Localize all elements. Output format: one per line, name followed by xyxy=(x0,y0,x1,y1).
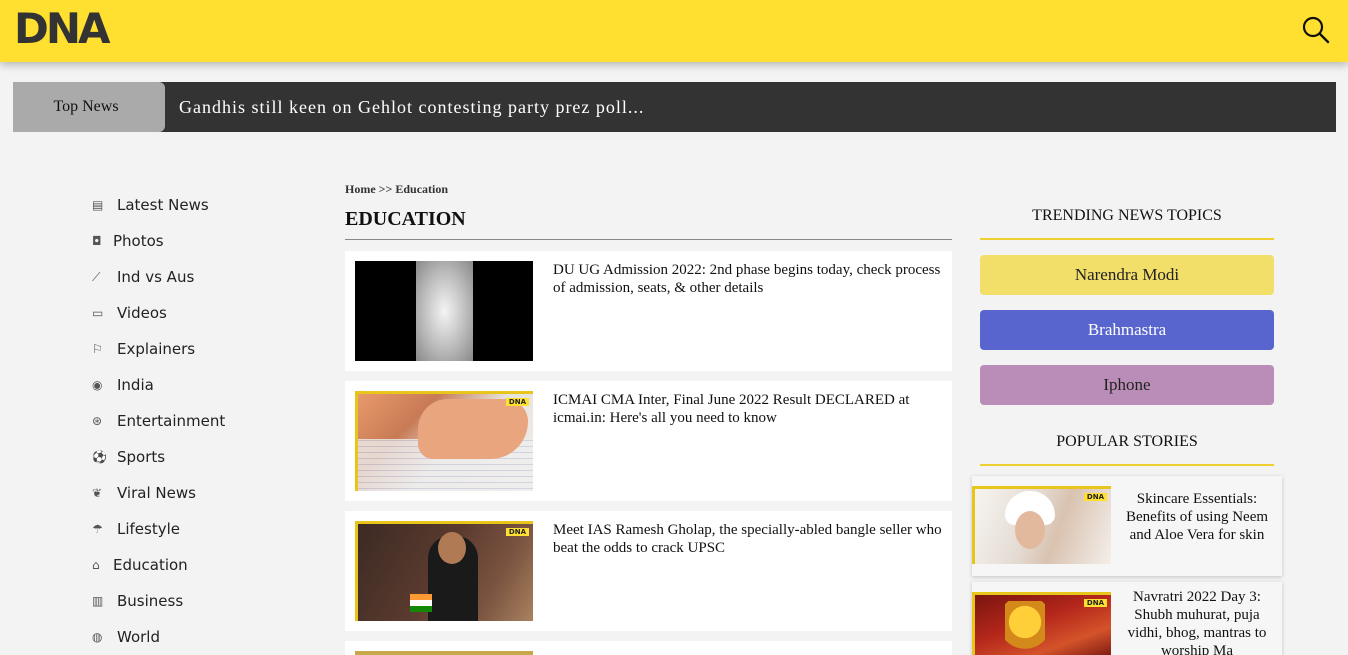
article-title[interactable]: Meet IAS Ramesh Gholap, the specially-ab… xyxy=(553,521,943,557)
explainer-icon: ⚐ xyxy=(92,342,103,356)
nav-item-label: Photos xyxy=(113,232,164,250)
briefcase-icon: ▥ xyxy=(92,594,104,608)
dna-badge: DNA xyxy=(1083,493,1107,501)
dna-logo[interactable]: DNA xyxy=(14,6,111,52)
category-nav: ▤ Latest News ◘ Photos ⟋ Ind vs Aus ▭ Videos… xyxy=(92,187,312,655)
article-card[interactable] xyxy=(345,641,952,655)
page-title: EDUCATION xyxy=(345,208,952,240)
dna-badge: DNA xyxy=(1083,599,1107,607)
graduation-cap-icon: ⌂ xyxy=(92,558,100,572)
viral-icon: ❦ xyxy=(92,486,103,500)
nav-item-label: Explainers xyxy=(117,340,196,358)
article-card[interactable]: DU UG Admission 2022: 2nd phase begins t… xyxy=(345,251,952,371)
india-emblem-icon: ◉ xyxy=(92,378,103,392)
top-news-ticker: Top News Gandhis still keen on Gehlot co… xyxy=(13,82,1336,132)
story-title[interactable]: Skincare Essentials: Benefits of using N… xyxy=(1122,490,1272,544)
nav-item-label: Business xyxy=(117,592,184,610)
football-icon: ⚽ xyxy=(92,450,107,464)
nav-item-lifestyle[interactable]: ☂ Lifestyle xyxy=(92,511,312,547)
nav-item-entertainment[interactable]: ⊛ Entertainment xyxy=(92,403,312,439)
article-thumbnail[interactable]: DNA xyxy=(355,521,533,621)
breadcrumb-home[interactable]: Home xyxy=(345,182,376,196)
article-list: DU UG Admission 2022: 2nd phase begins t… xyxy=(345,251,952,655)
heading-divider xyxy=(980,238,1274,240)
nav-item-label: Lifestyle xyxy=(117,520,181,538)
nav-item-label: Videos xyxy=(117,304,167,322)
top-news-label: Top News xyxy=(13,82,165,132)
popular-heading: POPULAR STORIES xyxy=(1056,433,1198,450)
popular-story[interactable]: DNA Skincare Essentials: Benefits of usi… xyxy=(972,476,1282,576)
breadcrumb-current: Education xyxy=(395,182,449,196)
nav-item-label: India xyxy=(117,376,154,394)
article-title[interactable]: ICMAI CMA Inter, Final June 2022 Result … xyxy=(553,391,943,427)
topic-iphone[interactable]: Iphone xyxy=(980,365,1274,405)
nav-item-viral-news[interactable]: ❦ Viral News xyxy=(92,475,312,511)
umbrella-icon: ☂ xyxy=(92,522,103,536)
nav-item-label: Entertainment xyxy=(117,412,226,430)
nav-item-ind-vs-aus[interactable]: ⟋ Ind vs Aus xyxy=(92,259,312,295)
article-thumbnail[interactable]: DNA xyxy=(355,391,533,491)
nav-item-label: World xyxy=(117,628,160,646)
nav-item-india[interactable]: ◉ India xyxy=(92,367,312,403)
breadcrumb-separator: >> xyxy=(378,182,393,196)
globe-icon: ◍ xyxy=(92,630,103,644)
nav-item-explainers[interactable]: ⚐ Explainers xyxy=(92,331,312,367)
article-thumbnail[interactable] xyxy=(355,651,533,655)
film-reel-icon: ⊛ xyxy=(92,414,103,428)
article-card[interactable]: DNA ICMAI CMA Inter, Final June 2022 Res… xyxy=(345,381,952,501)
article-card[interactable]: DNA Meet IAS Ramesh Gholap, the speciall… xyxy=(345,511,952,631)
popular-story[interactable]: DNA Navratri 2022 Day 3: Shubh muhurat, … xyxy=(972,582,1282,655)
topic-narendra-modi[interactable]: Narendra Modi xyxy=(980,255,1274,295)
nav-item-education[interactable]: ⌂ Education xyxy=(92,547,312,583)
cricket-bat-icon: ⟋ xyxy=(92,269,101,284)
site-header: DNA xyxy=(0,0,1348,62)
nav-item-label: Sports xyxy=(117,448,166,466)
video-icon: ▭ xyxy=(92,306,104,320)
nav-item-photos[interactable]: ◘ Photos xyxy=(92,223,312,259)
ticker-headline[interactable]: Gandhis still keen on Gehlot contesting … xyxy=(179,82,644,132)
article-thumbnail[interactable] xyxy=(355,261,533,361)
heading-divider xyxy=(980,464,1274,466)
nav-item-label: Ind vs Aus xyxy=(117,268,195,286)
newspaper-icon: ▤ xyxy=(92,198,104,212)
breadcrumb: Home >> Education xyxy=(345,180,952,198)
story-thumbnail[interactable]: DNA xyxy=(972,592,1111,655)
story-thumbnail[interactable]: DNA xyxy=(972,486,1111,564)
topic-brahmastra[interactable]: Brahmastra xyxy=(980,310,1274,350)
dna-badge: DNA xyxy=(505,528,529,536)
story-title[interactable]: Navratri 2022 Day 3: Shubh muhurat, puja… xyxy=(1122,588,1272,655)
right-sidebar: TRENDING NEWS TOPICS Narendra Modi Brahm… xyxy=(972,180,1282,655)
nav-item-label: Latest News xyxy=(117,196,209,214)
nav-item-latest-news[interactable]: ▤ Latest News xyxy=(92,187,312,223)
nav-item-label: Viral News xyxy=(117,484,196,502)
search-icon[interactable] xyxy=(1302,16,1330,44)
nav-item-sports[interactable]: ⚽ Sports xyxy=(92,439,312,475)
nav-item-label: Education xyxy=(113,556,188,574)
dna-badge: DNA xyxy=(505,398,529,406)
article-title[interactable]: DU UG Admission 2022: 2nd phase begins t… xyxy=(553,261,943,297)
camera-icon: ◘ xyxy=(92,234,102,248)
main-content: Home >> Education EDUCATION DU UG Admiss… xyxy=(345,180,952,655)
nav-item-business[interactable]: ▥ Business xyxy=(92,583,312,619)
nav-item-world[interactable]: ◍ World xyxy=(92,619,312,655)
nav-item-videos[interactable]: ▭ Videos xyxy=(92,295,312,331)
trending-heading: TRENDING NEWS TOPICS xyxy=(1032,207,1222,224)
